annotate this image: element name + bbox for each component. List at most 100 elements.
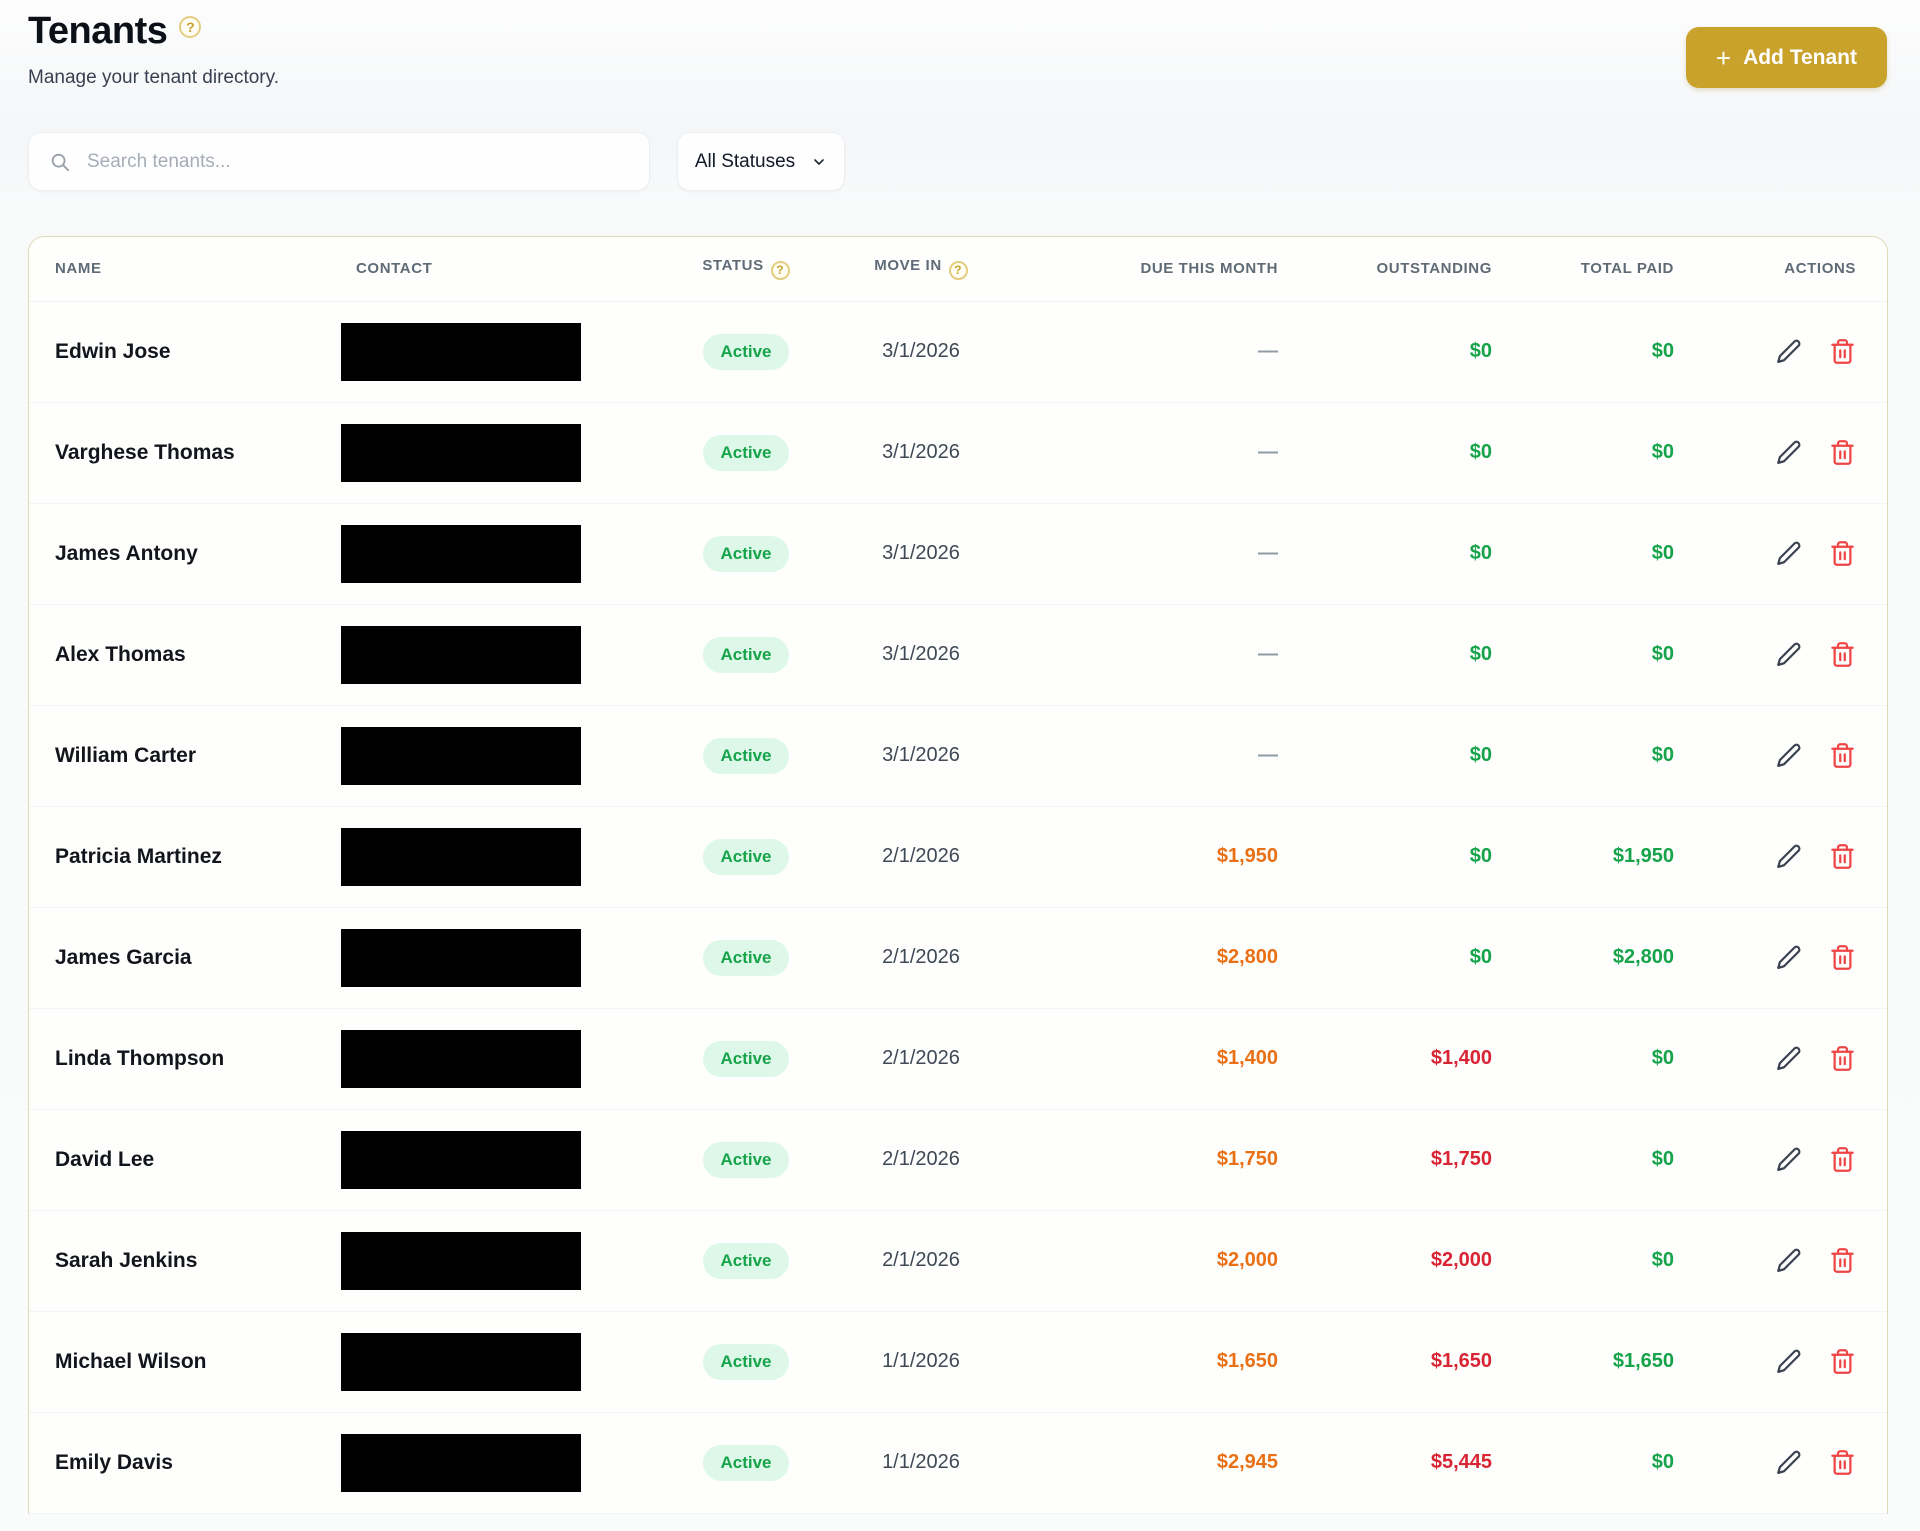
edit-button[interactable] bbox=[1774, 741, 1804, 771]
status-help-icon[interactable]: ? bbox=[771, 261, 790, 280]
edit-button[interactable] bbox=[1774, 842, 1804, 872]
due-this-month-value: $2,800 bbox=[1217, 946, 1278, 968]
outstanding-value: $0 bbox=[1470, 340, 1492, 362]
delete-button[interactable] bbox=[1829, 540, 1856, 567]
move-in-date: 3/1/2026 bbox=[882, 744, 960, 766]
move-in-date: 2/1/2026 bbox=[882, 1148, 960, 1170]
page-subtitle: Manage your tenant directory. bbox=[28, 67, 279, 89]
delete-button[interactable] bbox=[1829, 641, 1856, 668]
status-filter-value: All Statuses bbox=[695, 151, 795, 173]
column-header-due: DUE THIS MONTH bbox=[1011, 237, 1298, 301]
move-in-date: 1/1/2026 bbox=[882, 1350, 960, 1372]
pencil-icon bbox=[1774, 640, 1804, 670]
tenant-name: Linda Thompson bbox=[55, 1047, 224, 1070]
contact-redacted-box bbox=[341, 1232, 581, 1290]
add-tenant-label: Add Tenant bbox=[1743, 46, 1857, 70]
contact-redacted-box bbox=[341, 1333, 581, 1391]
edit-button[interactable] bbox=[1774, 438, 1804, 468]
status-badge: Active bbox=[703, 1344, 788, 1380]
table-row: Sarah JenkinsActive2/1/2026$2,000$2,000$… bbox=[29, 1210, 1888, 1311]
outstanding-value: $0 bbox=[1470, 744, 1492, 766]
status-badge: Active bbox=[703, 1243, 788, 1279]
edit-button[interactable] bbox=[1774, 1347, 1804, 1377]
chevron-down-icon bbox=[811, 154, 827, 170]
total-paid-value: $0 bbox=[1652, 1249, 1674, 1271]
search-box[interactable] bbox=[28, 132, 650, 191]
trash-icon bbox=[1829, 843, 1856, 870]
trash-icon bbox=[1829, 641, 1856, 668]
delete-button[interactable] bbox=[1829, 1146, 1856, 1173]
status-badge: Active bbox=[703, 637, 788, 673]
table-row: Alex ThomasActive3/1/2026—$0$0 bbox=[29, 604, 1888, 705]
table-row: Michael WilsonActive1/1/2026$1,650$1,650… bbox=[29, 1311, 1888, 1412]
move-in-date: 3/1/2026 bbox=[882, 542, 960, 564]
edit-button[interactable] bbox=[1774, 1145, 1804, 1175]
move-in-date: 2/1/2026 bbox=[882, 845, 960, 867]
help-icon[interactable]: ? bbox=[179, 16, 201, 38]
tenant-name: Edwin Jose bbox=[55, 340, 171, 363]
column-header-name: NAME bbox=[29, 237, 331, 301]
table-row: James GarciaActive2/1/2026$2,800$0$2,800 bbox=[29, 907, 1888, 1008]
pencil-icon bbox=[1774, 1448, 1804, 1478]
delete-button[interactable] bbox=[1829, 1449, 1856, 1476]
total-paid-value: $0 bbox=[1652, 441, 1674, 463]
table-row: Varghese ThomasActive3/1/2026—$0$0 bbox=[29, 402, 1888, 503]
plus-icon: + bbox=[1716, 45, 1731, 71]
due-this-month-value: — bbox=[1258, 643, 1278, 665]
pencil-icon bbox=[1774, 741, 1804, 771]
edit-button[interactable] bbox=[1774, 1044, 1804, 1074]
total-paid-value: $1,950 bbox=[1613, 845, 1674, 867]
trash-icon bbox=[1829, 338, 1856, 365]
edit-button[interactable] bbox=[1774, 337, 1804, 367]
edit-button[interactable] bbox=[1774, 539, 1804, 569]
edit-button[interactable] bbox=[1774, 943, 1804, 973]
delete-button[interactable] bbox=[1829, 1348, 1856, 1375]
outstanding-value: $0 bbox=[1470, 441, 1492, 463]
status-badge: Active bbox=[703, 940, 788, 976]
contact-redacted-box bbox=[341, 1131, 581, 1189]
outstanding-value: $1,650 bbox=[1431, 1350, 1492, 1372]
title-block: Tenants ? Manage your tenant directory. bbox=[28, 10, 279, 89]
pencil-icon bbox=[1774, 1145, 1804, 1175]
move-in-help-icon[interactable]: ? bbox=[949, 261, 968, 280]
edit-button[interactable] bbox=[1774, 640, 1804, 670]
delete-button[interactable] bbox=[1829, 944, 1856, 971]
pencil-icon bbox=[1774, 438, 1804, 468]
table-row: Emily DavisActive1/1/2026$2,945$5,445$0 bbox=[29, 1412, 1888, 1513]
status-badge: Active bbox=[703, 435, 788, 471]
contact-redacted-box bbox=[341, 727, 581, 785]
tenant-name: Sarah Jenkins bbox=[55, 1249, 197, 1272]
due-this-month-value: — bbox=[1258, 441, 1278, 463]
tenant-name: William Carter bbox=[55, 744, 196, 767]
delete-button[interactable] bbox=[1829, 742, 1856, 769]
delete-button[interactable] bbox=[1829, 1247, 1856, 1274]
status-badge: Active bbox=[703, 839, 788, 875]
tenants-table-card: NAME CONTACT STATUS? MOVE IN? DUE THIS M… bbox=[28, 236, 1888, 1514]
search-input[interactable] bbox=[87, 151, 629, 173]
edit-button[interactable] bbox=[1774, 1246, 1804, 1276]
column-header-actions: ACTIONS bbox=[1694, 237, 1888, 301]
due-this-month-value: — bbox=[1258, 744, 1278, 766]
status-badge: Active bbox=[703, 1445, 788, 1481]
page-header: Tenants ? Manage your tenant directory. … bbox=[0, 0, 1920, 89]
total-paid-value: $0 bbox=[1652, 1451, 1674, 1473]
outstanding-value: $5,445 bbox=[1431, 1451, 1492, 1473]
trash-icon bbox=[1829, 1449, 1856, 1476]
pencil-icon bbox=[1774, 943, 1804, 973]
due-this-month-value: $1,400 bbox=[1217, 1047, 1278, 1069]
status-filter-select[interactable]: All Statuses bbox=[677, 132, 845, 191]
delete-button[interactable] bbox=[1829, 843, 1856, 870]
pencil-icon bbox=[1774, 842, 1804, 872]
table-row: William CarterActive3/1/2026—$0$0 bbox=[29, 705, 1888, 806]
due-this-month-value: $1,650 bbox=[1217, 1350, 1278, 1372]
trash-icon bbox=[1829, 1146, 1856, 1173]
delete-button[interactable] bbox=[1829, 1045, 1856, 1072]
delete-button[interactable] bbox=[1829, 439, 1856, 466]
trash-icon bbox=[1829, 944, 1856, 971]
tenant-name: Patricia Martinez bbox=[55, 845, 222, 868]
trash-icon bbox=[1829, 1045, 1856, 1072]
edit-button[interactable] bbox=[1774, 1448, 1804, 1478]
add-tenant-button[interactable]: + Add Tenant bbox=[1686, 27, 1887, 88]
delete-button[interactable] bbox=[1829, 338, 1856, 365]
total-paid-value: $0 bbox=[1652, 643, 1674, 665]
